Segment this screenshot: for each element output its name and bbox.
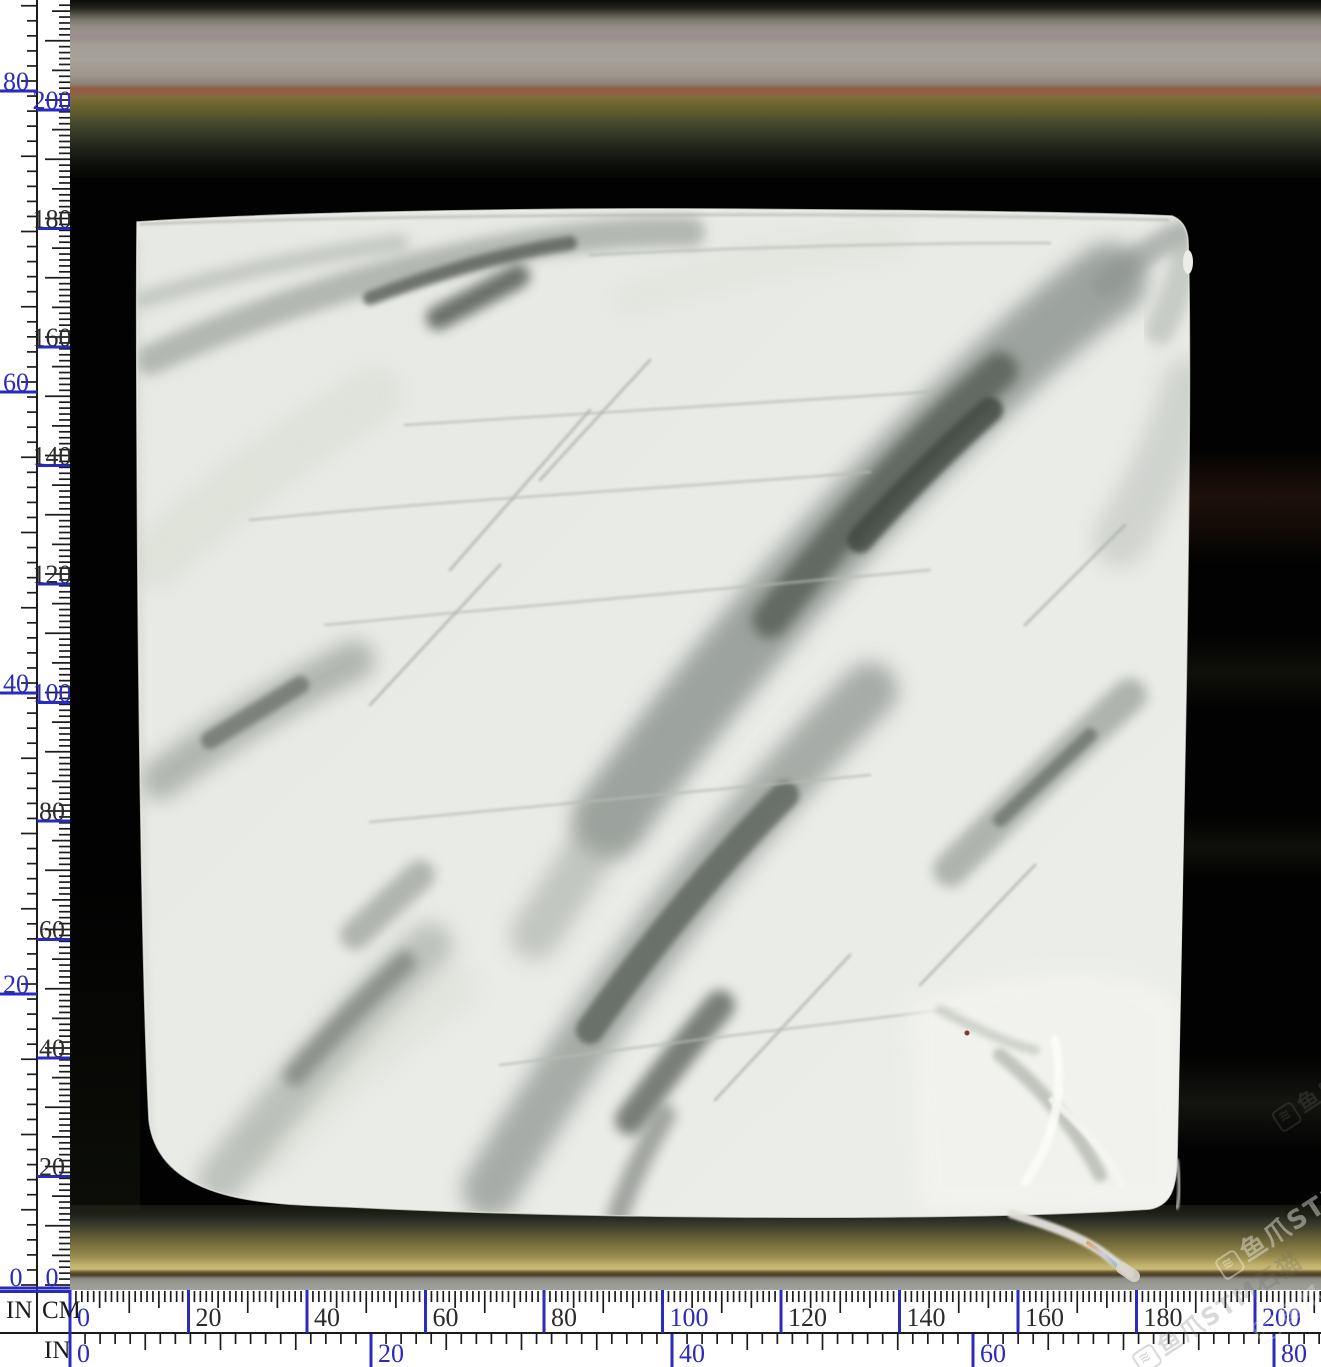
svg-text:100: 100 [33,679,71,708]
svg-text:60: 60 [433,1303,459,1332]
svg-text:120: 120 [788,1303,827,1332]
svg-text:40: 40 [39,1034,65,1063]
svg-text:0: 0 [10,1263,23,1290]
svg-text:40: 40 [3,669,29,698]
vertical-ruler-cm-header: CM [42,1298,81,1323]
svg-text:80: 80 [3,67,29,96]
svg-text:80: 80 [39,797,65,826]
svg-text:60: 60 [3,368,29,397]
svg-text:80: 80 [1281,1339,1307,1367]
svg-text:140: 140 [907,1303,946,1332]
svg-text:180: 180 [1144,1303,1183,1332]
scan-area [70,0,1321,1290]
svg-text:140: 140 [33,442,71,471]
svg-text:0: 0 [46,1263,59,1290]
svg-text:80: 80 [551,1303,577,1332]
svg-text:60: 60 [980,1339,1006,1367]
slab-edge-tab [1183,250,1193,274]
slab-image [70,0,1321,1290]
svg-text:20: 20 [378,1339,404,1367]
svg-text:180: 180 [33,205,71,234]
svg-text:120: 120 [33,560,71,589]
svg-text:40: 40 [314,1303,340,1332]
svg-text:200: 200 [33,86,71,115]
svg-text:20: 20 [3,970,29,999]
vertical-ruler-inch-header: IN [6,1298,32,1323]
slab-scan-viewport: 0 20 40 60 80 100 120 140 160 180 200 0 20 40 60 80 0 20… [0,0,1321,1367]
svg-text:160: 160 [1025,1303,1064,1332]
svg-text:20: 20 [196,1303,222,1332]
svg-text:60: 60 [39,916,65,945]
svg-text:40: 40 [679,1339,705,1367]
horizontal-ruler-inch-header: IN [44,1338,70,1363]
svg-text:100: 100 [670,1303,709,1332]
svg-text:0: 0 [77,1339,90,1367]
horizontal-ruler: 020406080100120140160180200020406080 [0,1290,1321,1367]
svg-text:160: 160 [33,323,71,352]
vertical-ruler: 0 20 40 60 80 100 120 140 160 180 200 0 20 40 60 80 [0,0,70,1290]
svg-text:200: 200 [1262,1303,1301,1332]
svg-text:20: 20 [39,1153,65,1182]
